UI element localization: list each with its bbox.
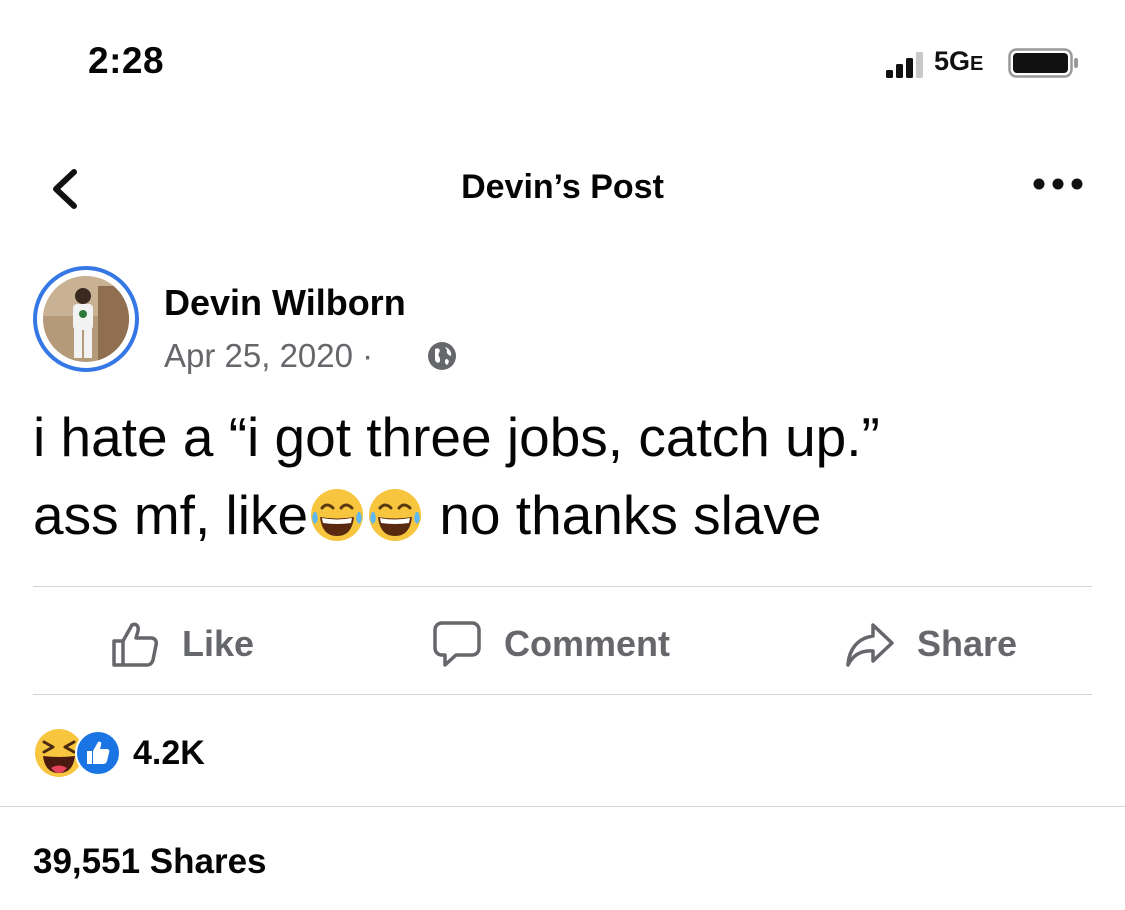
like-label: Like	[182, 623, 255, 664]
post-line-1: i hate a “i got three jobs, catch up.”	[33, 406, 880, 468]
share-label: Share	[917, 623, 1018, 664]
post-date-text: Apr 25, 2020	[164, 337, 353, 374]
post-line-2-end: no thanks slave	[439, 484, 822, 546]
page-title: Devin’s Post	[461, 168, 664, 206]
globe-icon	[428, 342, 456, 370]
reaction-count: 4.2K	[133, 733, 205, 772]
reactions-summary[interactable]: 4.2K	[33, 727, 205, 779]
comment-icon	[433, 621, 481, 667]
avatar[interactable]	[43, 276, 129, 362]
status-time: 2:28	[88, 40, 165, 81]
author-name[interactable]: Devin Wilborn	[164, 282, 406, 324]
laughing-emoji-icon	[311, 489, 364, 541]
comment-button[interactable]: Comment	[432, 614, 670, 674]
laughing-emoji-icon	[369, 489, 422, 541]
like-button[interactable]: Like	[110, 614, 254, 674]
share-button[interactable]: Share	[845, 614, 1017, 674]
date-separator: ·	[362, 337, 374, 374]
share-icon	[846, 623, 894, 667]
divider	[33, 694, 1092, 695]
divider	[33, 586, 1092, 587]
post-text: i hate a “i got three jobs, catch up.” a…	[33, 398, 1103, 554]
like-icon	[112, 622, 158, 667]
battery-icon	[1008, 48, 1078, 78]
post-line-2-start: ass mf, like	[33, 484, 309, 546]
network-label: 5G	[934, 46, 971, 76]
post-line-2: ass mf, like no thanks slave	[33, 476, 1103, 554]
like-reaction-icon	[75, 730, 121, 776]
network-indicator: 5GE	[934, 46, 983, 77]
more-icon[interactable]	[1030, 172, 1086, 196]
network-suffix: E	[970, 53, 984, 75]
post-date[interactable]: Apr 25, 2020 ·	[164, 337, 373, 375]
comment-label: Comment	[504, 623, 671, 664]
signal-icon	[886, 52, 923, 78]
divider	[0, 806, 1125, 807]
shares-count[interactable]: 39,551 Shares	[33, 842, 267, 882]
